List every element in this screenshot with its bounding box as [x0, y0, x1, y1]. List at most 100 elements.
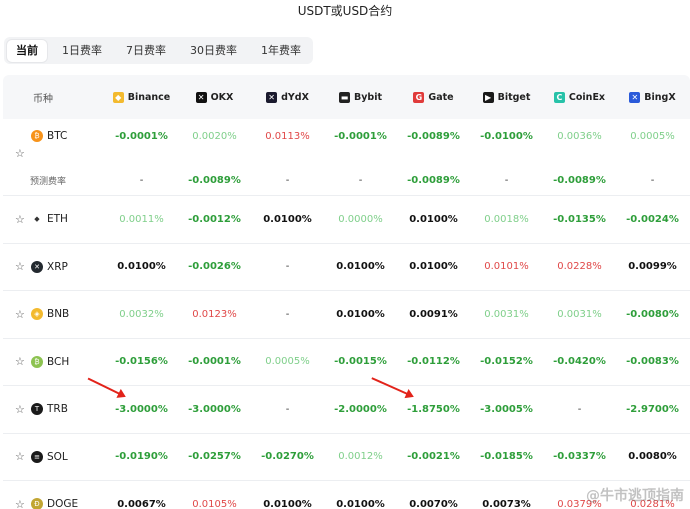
- coin-cell: ☆ Ð DOGE: [3, 498, 105, 509]
- rate-cell: -3.0000%: [188, 403, 241, 415]
- rate-cell: 0.0032%: [119, 308, 164, 320]
- tab-1y-rate[interactable]: 1年费率: [252, 40, 310, 62]
- exchange-header-bybit[interactable]: ▬ Bybit: [324, 91, 397, 103]
- sol-coin-icon: ≡: [31, 450, 43, 463]
- rate-cell: 0.0100%: [263, 498, 312, 509]
- predicted-rate-cell: -: [650, 174, 655, 186]
- exchange-name: Bitget: [497, 91, 531, 103]
- coin-symbol: SOL: [47, 450, 68, 463]
- coin-symbol: ETH: [47, 213, 68, 226]
- rate-cell: -: [285, 403, 290, 415]
- btc-coin-icon: ₿: [31, 130, 43, 142]
- table-row[interactable]: ☆ ✕ XRP 0.0100% -0.0026% - 0.0100% 0.0100% 0.010…: [3, 244, 690, 291]
- exchange-header-binance[interactable]: ◆ Binance: [105, 91, 178, 103]
- rate-cell: 0.0091%: [409, 308, 458, 320]
- exchange-name: Binance: [127, 91, 171, 103]
- exchange-header-gate[interactable]: G Gate: [397, 91, 470, 103]
- coin-symbol: DOGE: [47, 498, 79, 509]
- exchange-header-bitget[interactable]: ▶ Bitget: [470, 91, 543, 103]
- rate-cell: 0.0101%: [484, 261, 529, 273]
- predicted-rate-cell: -: [358, 174, 363, 186]
- trb-coin-icon: T: [31, 403, 43, 416]
- coin-cell: ☆ ≡ SOL: [3, 450, 105, 463]
- favorite-star-icon[interactable]: ☆: [15, 355, 29, 368]
- rate-cell: -0.0001%: [115, 131, 168, 142]
- coin-symbol: TRB: [47, 403, 68, 416]
- table-row[interactable]: ☆ ₿ BCH -0.0156% -0.0001% 0.0005% -0.0015% -0.0…: [3, 339, 690, 386]
- table-row[interactable]: ☆ T TRB -3.0000% -3.0000% - -2.0000% -1.8750% -3…: [3, 386, 690, 434]
- favorite-star-icon[interactable]: ☆: [15, 498, 29, 509]
- rate-cell: -0.0190%: [115, 451, 168, 463]
- rate-period-tabs: 当前 1日费率 7日费率 30日费率 1年费率: [4, 37, 313, 64]
- prediction-label: 预测费率: [30, 176, 67, 187]
- coin-cell: ☆ ◆ ETH: [3, 213, 105, 226]
- bnb-coin-icon: ◈: [31, 308, 43, 321]
- rate-cell: 0.0005%: [630, 131, 675, 142]
- rate-cell: 0.0018%: [484, 213, 529, 225]
- exchange-header-bingx[interactable]: ✕ BingX: [616, 91, 689, 103]
- table-row[interactable]: ☆ ₿ BTC -0.0001% 0.0020% 0.0113% -0.0001% -0.00…: [3, 119, 690, 165]
- rate-cell: -0.0015%: [334, 356, 387, 368]
- exchange-header-dydx[interactable]: ✕ dYdX: [251, 91, 324, 103]
- coin-cell: ☆ ₿ BCH: [3, 355, 105, 368]
- rate-cell: -: [577, 403, 582, 415]
- tab-current[interactable]: 当前: [7, 39, 47, 62]
- funding-rate-table: 币种 ◆ Binance ✕ OKX ✕ dYdX ▬ Bybit G Gate ▶ Bitget C C…: [3, 75, 690, 509]
- rate-cell: 0.0105%: [192, 498, 237, 509]
- rate-cell: -1.8750%: [407, 403, 460, 415]
- coin-symbol: BNB: [47, 308, 70, 321]
- rate-cell: -0.0026%: [188, 261, 241, 273]
- exchange-header-coinex[interactable]: C CoinEx: [543, 91, 616, 103]
- predicted-rate-cell: -: [285, 174, 290, 186]
- favorite-star-icon[interactable]: ☆: [15, 147, 29, 160]
- rate-cell: 0.0020%: [192, 131, 237, 142]
- predicted-rate-cell: -0.0089%: [407, 174, 460, 186]
- rate-cell: 0.0031%: [484, 308, 529, 320]
- coin-cell: ☆ ₿ BTC: [3, 119, 105, 161]
- rate-cell: -0.0420%: [553, 356, 606, 368]
- favorite-star-icon[interactable]: ☆: [15, 308, 29, 321]
- rate-cell: 0.0228%: [557, 261, 602, 273]
- coin-symbol: XRP: [47, 260, 68, 273]
- rate-cell: -0.0001%: [188, 356, 241, 368]
- exchange-name: dYdX: [281, 91, 309, 103]
- table-row[interactable]: ☆ ◈ BNB 0.0032% 0.0123% - 0.0100% 0.0091% 0.0031…: [3, 291, 690, 339]
- rate-cell: 0.0005%: [265, 356, 310, 368]
- favorite-star-icon[interactable]: ☆: [15, 403, 29, 416]
- favorite-star-icon[interactable]: ☆: [15, 450, 29, 463]
- rate-cell: 0.0011%: [119, 213, 164, 225]
- rate-cell: 0.0123%: [192, 308, 237, 320]
- rate-cell: 0.0100%: [117, 261, 166, 273]
- tab-1d-rate[interactable]: 1日费率: [53, 40, 111, 62]
- predicted-rate-cell: -: [504, 174, 509, 186]
- rate-cell: 0.0036%: [557, 131, 602, 142]
- rate-cell: 0.0070%: [409, 498, 458, 509]
- favorite-star-icon[interactable]: ☆: [15, 213, 29, 226]
- tab-7d-rate[interactable]: 7日费率: [117, 40, 175, 62]
- rate-cell: -0.0337%: [553, 451, 606, 463]
- binance-icon: ◆: [112, 91, 124, 103]
- rate-cell: 0.0031%: [557, 308, 602, 320]
- table-row[interactable]: ☆ ≡ SOL -0.0190% -0.0257% -0.0270% 0.0012% -0.0…: [3, 434, 690, 481]
- rate-cell: 0.0100%: [336, 261, 385, 273]
- rate-cell: -0.0257%: [188, 451, 241, 463]
- rate-cell: -0.0089%: [407, 131, 460, 142]
- exchange-header-okx[interactable]: ✕ OKX: [178, 91, 251, 103]
- xrp-coin-icon: ✕: [31, 260, 43, 273]
- favorite-star-icon[interactable]: ☆: [15, 260, 29, 273]
- bch-coin-icon: ₿: [31, 355, 43, 368]
- bingx-icon: ✕: [629, 91, 641, 103]
- exchange-name: Gate: [428, 91, 454, 103]
- tab-30d-rate[interactable]: 30日费率: [181, 40, 246, 62]
- rate-cell: 0.0100%: [336, 498, 385, 509]
- predicted-rate-cell: -0.0089%: [188, 174, 241, 186]
- rate-cell: -0.0083%: [626, 356, 679, 368]
- table-row[interactable]: ☆ ◆ ETH 0.0011% -0.0012% 0.0100% 0.0000% 0.0100…: [3, 196, 690, 244]
- rate-cell: -0.0135%: [553, 213, 606, 225]
- rate-cell: -2.9700%: [626, 403, 679, 415]
- page-title: USDT或USD合约: [297, 4, 393, 18]
- rate-cell: -3.0005%: [480, 403, 533, 415]
- bitget-icon: ▶: [482, 91, 494, 103]
- rate-cell: 0.0073%: [482, 498, 531, 509]
- rate-cell: 0.0099%: [628, 261, 677, 273]
